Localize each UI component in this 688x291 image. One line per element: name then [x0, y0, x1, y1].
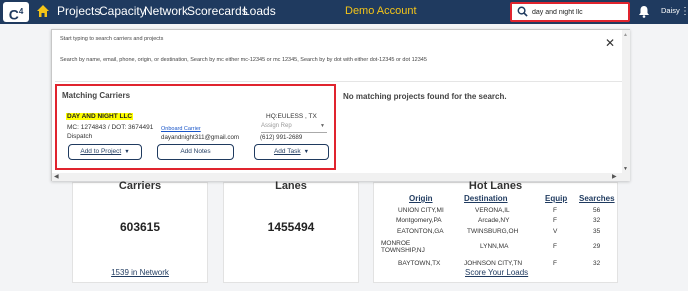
search-hint: Start typing to search carriers and proj…: [60, 36, 164, 42]
more-menu-icon[interactable]: ⋮: [680, 5, 688, 19]
lanes-count: 1455494: [267, 220, 315, 234]
lanes-card-title: Lanes: [275, 180, 307, 192]
nav-capacity[interactable]: Capacity: [99, 4, 146, 18]
carrier-dispatch-label: Dispatch: [67, 133, 93, 140]
row3-destination: TWINSBURG,OH: [467, 228, 519, 235]
add-notes-label: Add Notes: [180, 148, 211, 155]
search-input[interactable]: [532, 6, 626, 19]
logo-superscript: 4: [18, 7, 24, 16]
carriers-card-title: Carriers: [118, 180, 162, 192]
demo-account-label: Demo Account: [345, 5, 417, 17]
row3-origin: EATONTON,GA: [397, 228, 444, 235]
row4-searches: 29: [593, 243, 601, 250]
row3-searches: 35: [593, 228, 601, 235]
row4-equip: F: [553, 243, 557, 250]
row3-equip: V: [553, 228, 558, 235]
row1-origin: UNION CITY,MI: [398, 207, 444, 214]
row5-searches: 32: [593, 260, 601, 267]
nav-loads[interactable]: Loads: [243, 4, 276, 18]
add-to-project-label: Add to Project: [80, 148, 122, 155]
row4-destination: LYNN,MA: [480, 243, 509, 250]
hot-lanes-card: Hot Lanes Origin Destination Equip Searc…: [373, 180, 618, 283]
row2-equip: F: [553, 217, 557, 224]
assign-rep-select[interactable]: Assign Rep ▼: [261, 123, 327, 133]
searches-header[interactable]: Searches: [579, 194, 615, 203]
search-results-panel: Start typing to search carriers and proj…: [51, 29, 630, 181]
search-help-text: Search by name, email, phone, origin, or…: [60, 57, 427, 63]
add-to-project-button[interactable]: Add to Project ▼: [68, 144, 142, 160]
origin-header[interactable]: Origin: [409, 194, 433, 203]
row5-destination: JOHNSON CITY,TN: [464, 260, 523, 267]
carrier-mc-dot: MC: 1274843 / DOT: 3674491: [67, 124, 154, 131]
chevron-down-icon: ▼: [124, 149, 130, 155]
assign-rep-placeholder: Assign Rep: [261, 123, 292, 129]
matching-carriers-title: Matching Carriers: [62, 91, 131, 100]
row1-equip: F: [553, 207, 557, 214]
scroll-left-icon[interactable]: ◀: [54, 173, 59, 180]
matching-carriers-section: Matching Carriers DAY AND NIGHT LLC MC: …: [55, 84, 336, 170]
logo-text: C: [8, 6, 19, 23]
equip-header[interactable]: Equip: [545, 194, 567, 203]
score-your-loads-link[interactable]: Score Your Loads: [465, 268, 528, 277]
add-notes-button[interactable]: Add Notes: [157, 144, 234, 160]
row5-equip: F: [553, 260, 557, 267]
global-search[interactable]: [510, 2, 630, 22]
hot-lanes-card-title: Hot Lanes: [468, 180, 523, 192]
search-icon: [517, 6, 528, 17]
scroll-right-icon[interactable]: ▶: [612, 173, 617, 180]
user-name[interactable]: Daisy: [661, 6, 680, 15]
no-projects-message: No matching projects found for the searc…: [343, 92, 507, 101]
app-logo[interactable]: C4: [3, 2, 29, 23]
carrier-hq: HQ:EULESS , TX: [266, 113, 317, 120]
chevron-down-icon: ▼: [303, 149, 310, 155]
row5-origin: BAYTOWN,TX: [398, 260, 441, 267]
carriers-card: Carriers 603615 1539 in Network: [72, 180, 208, 283]
scroll-up-icon[interactable]: ▲: [623, 32, 628, 38]
row4-origin: MONROE TOWNSHIP,NJ: [381, 240, 425, 254]
row2-origin: Montgomery,PA: [396, 217, 442, 224]
row2-searches: 32: [593, 217, 601, 224]
horizontal-scrollbar[interactable]: ◀ ▶: [52, 173, 622, 181]
carrier-email[interactable]: dayandnight311@gmail.com: [161, 134, 239, 141]
close-icon[interactable]: ✕: [605, 37, 615, 49]
nav-network[interactable]: Network: [144, 4, 188, 18]
home-icon[interactable]: [36, 4, 50, 18]
chevron-down-icon: ▼: [320, 123, 325, 129]
bell-icon[interactable]: [638, 5, 650, 18]
in-network-link[interactable]: 1539 in Network: [73, 268, 207, 277]
panel-divider: [55, 81, 622, 82]
row1-searches: 56: [593, 207, 601, 214]
scroll-down-icon[interactable]: ▼: [623, 166, 628, 172]
row2-destination: Arcade,NY: [478, 217, 510, 224]
carrier-name[interactable]: DAY AND NIGHT LLC: [66, 113, 134, 120]
vertical-scrollbar[interactable]: ▲ ▼: [622, 30, 630, 181]
add-task-label: Add Task: [273, 148, 301, 155]
nav-scorecards[interactable]: Scorecards: [187, 4, 248, 18]
destination-header[interactable]: Destination: [464, 194, 508, 203]
row1-destination: VERONA,IL: [475, 207, 510, 214]
nav-projects[interactable]: Projects: [57, 4, 100, 18]
carriers-count: 603615: [119, 220, 161, 234]
carrier-phone[interactable]: (612) 991-2689: [260, 134, 302, 141]
add-task-button[interactable]: Add Task ▼: [254, 144, 329, 160]
lanes-card: Lanes 1455494: [223, 180, 359, 283]
onboard-carrier-link[interactable]: Onboard Carrier: [161, 126, 201, 132]
top-navbar: C4 Projects Capacity Network Scorecards …: [0, 0, 688, 24]
